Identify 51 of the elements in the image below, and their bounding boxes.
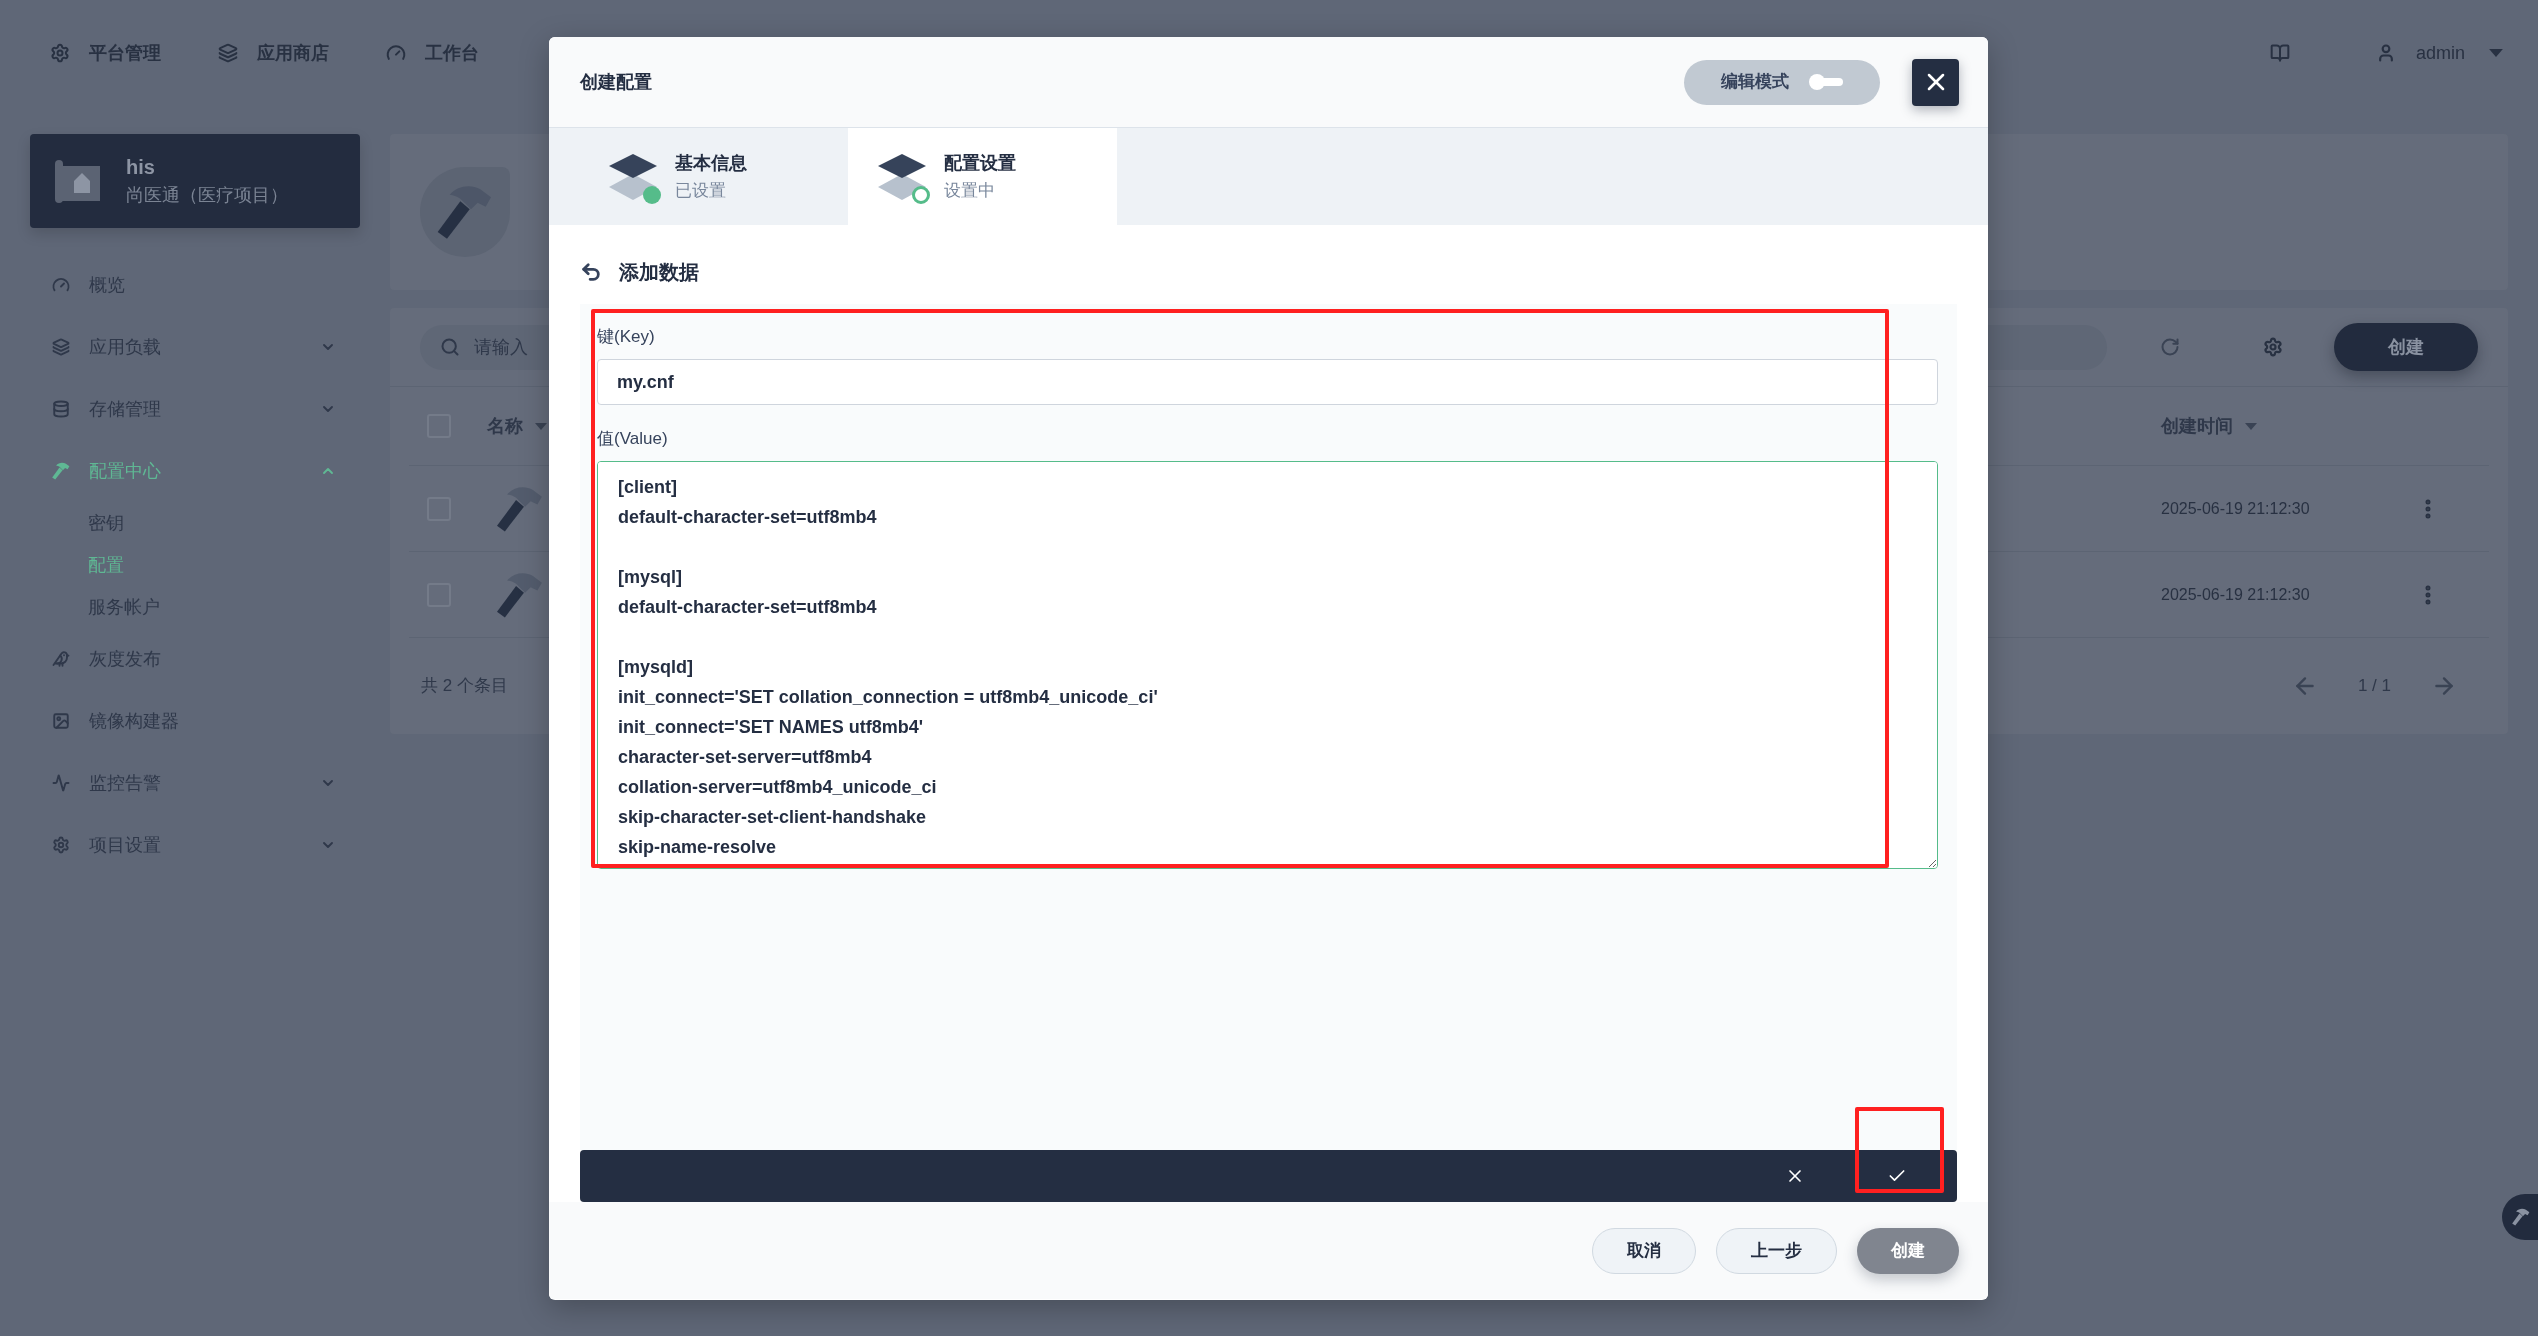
back-arrow-icon: [580, 260, 602, 283]
step-title: 基本信息: [675, 151, 747, 175]
close-button[interactable]: [1912, 58, 1959, 106]
refresh-icon[interactable]: [2160, 337, 2180, 357]
search-icon: [440, 337, 460, 357]
user-menu-button[interactable]: admin: [2375, 39, 2503, 67]
caret-down-icon: [2489, 49, 2503, 57]
table-cell-text: 2025-06-19 21:12:30: [2161, 584, 2310, 605]
image-icon: [52, 712, 70, 730]
project-card[interactable]: his 尚医通（医疗项目）: [30, 134, 360, 228]
project-description: 尚医通（医疗项目）: [126, 184, 288, 207]
settings-icon: [50, 43, 70, 63]
caret-down-icon: [535, 422, 547, 430]
hammer-icon: [2512, 1208, 2530, 1226]
step-tab[interactable]: 基本信息 已设置: [579, 128, 848, 225]
step-status: 已设置: [675, 179, 727, 202]
bird-icon: [52, 650, 70, 668]
table-cell-text: 2025-06-19 21:12:30: [2161, 498, 2310, 519]
key-input[interactable]: my.cnf: [597, 359, 1938, 405]
hammer-icon: [497, 484, 543, 533]
layers-icon: [218, 43, 238, 63]
hammer-icon: [52, 462, 70, 480]
project-name: his: [126, 155, 156, 180]
step-title: 配置设置: [944, 151, 1016, 175]
step-status: 设置中: [944, 179, 996, 202]
value-textarea[interactable]: [client] default-character-set=utf8mb4 [mysql] default-character-set=utf8mb4 [mysqld] init_connect='SET collation_connection = utf8mb4_unicode_ci' init_connect='SET NAMES utf8mb4' character-set-server=utf8mb4 collation-server=utf8mb4_unicode_ci skip-character-set-client-handshake skip-name-resolve: [597, 461, 1938, 869]
edit-mode-toggle[interactable]: 编辑模式: [1684, 59, 1880, 105]
create-button[interactable]: 创建: [2334, 323, 2478, 371]
database-icon: [52, 400, 70, 418]
house-icon: [55, 158, 100, 204]
sidebar-item[interactable]: 配置中心: [30, 440, 360, 502]
gauge-icon: [52, 276, 70, 294]
modal-title: 创建配置: [580, 70, 652, 94]
footer-button[interactable]: 取消: [1592, 1227, 1696, 1274]
pulse-icon: [52, 774, 70, 792]
floating-tool-button[interactable]: [2502, 1194, 2538, 1240]
sidebar-subitem[interactable]: 配置: [30, 544, 360, 586]
field-label: 值(Value): [597, 428, 669, 450]
settings-icon[interactable]: [2263, 337, 2283, 357]
gauge-icon: [386, 43, 406, 63]
layers-icon: [878, 153, 926, 200]
step-tab[interactable]: 配置设置 设置中: [848, 128, 1117, 225]
back-button[interactable]: 添加数据: [580, 256, 699, 287]
book-icon[interactable]: [2269, 43, 2290, 63]
hammer-icon: [497, 570, 543, 619]
footer-button[interactable]: 上一步: [1716, 1227, 1837, 1274]
field-label: 键(Key): [597, 326, 656, 348]
gear-icon: [52, 836, 70, 854]
layers-icon: [609, 153, 657, 200]
caret-down-icon: [2245, 422, 2257, 430]
layers-icon: [52, 338, 70, 356]
